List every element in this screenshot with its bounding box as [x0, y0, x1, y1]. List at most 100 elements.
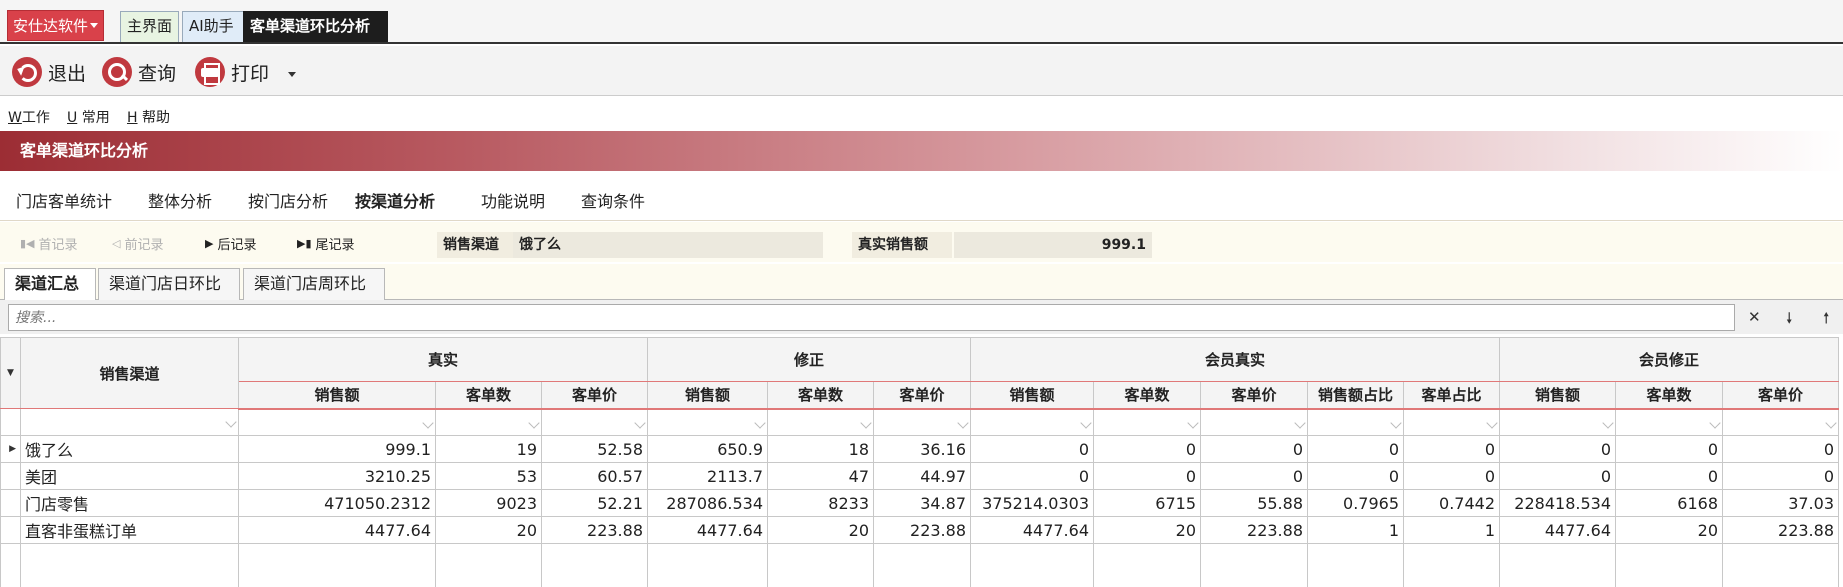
- arrow-up-icon[interactable]: 🠕: [1823, 308, 1829, 333]
- table-cell[interactable]: 223.88: [541, 516, 648, 544]
- table-cell[interactable]: 6715: [1093, 489, 1201, 517]
- header-price[interactable]: 客单价: [1722, 381, 1839, 410]
- table-cell[interactable]: 0.7965: [1307, 489, 1404, 517]
- search-input[interactable]: [8, 304, 1735, 331]
- table-cell[interactable]: 4477.64: [238, 516, 436, 544]
- filter-cell[interactable]: [767, 408, 874, 436]
- filter-cell[interactable]: [238, 408, 436, 436]
- table-cell[interactable]: 6168: [1615, 489, 1723, 517]
- table-cell[interactable]: 0.7442: [1403, 489, 1500, 517]
- row-indicator[interactable]: [0, 462, 21, 490]
- table-cell[interactable]: 4477.64: [1499, 516, 1616, 544]
- table-cell[interactable]: 1: [1307, 516, 1404, 544]
- row-indicator-header[interactable]: ▼: [0, 337, 21, 409]
- last-record-button[interactable]: ▶▮ 尾记录: [297, 234, 355, 253]
- query-button[interactable]: 查询: [102, 56, 176, 88]
- cell-channel-name[interactable]: 饿了么: [20, 435, 239, 463]
- subnav-overall-analysis[interactable]: 整体分析: [148, 188, 212, 222]
- table-cell[interactable]: 20: [435, 516, 542, 544]
- table-row[interactable]: 美团 3210.25 53 60.57 2113.7 47 44.97 0 0 0 0 0 0 0 0: [0, 462, 1839, 490]
- filter-cell[interactable]: [1499, 408, 1616, 436]
- table-cell[interactable]: 0: [1615, 462, 1723, 490]
- table-cell[interactable]: 60.57: [541, 462, 648, 490]
- real-sales-field[interactable]: 999.1: [954, 232, 1152, 258]
- table-cell[interactable]: 0: [1722, 462, 1839, 490]
- table-cell[interactable]: 0: [970, 435, 1094, 463]
- table-cell[interactable]: 44.97: [873, 462, 971, 490]
- header-sales[interactable]: 销售额: [970, 381, 1094, 410]
- header-channel[interactable]: 销售渠道: [20, 337, 239, 409]
- clear-search-icon[interactable]: ✕: [1748, 308, 1761, 326]
- table-cell[interactable]: 0: [1403, 435, 1500, 463]
- header-sales[interactable]: 销售额: [238, 381, 436, 410]
- filter-cell[interactable]: [1722, 408, 1839, 436]
- menu-work[interactable]: W工作: [8, 107, 50, 127]
- header-sales[interactable]: 销售额: [647, 381, 768, 410]
- table-cell[interactable]: 0: [1093, 462, 1201, 490]
- subnav-by-channel[interactable]: 按渠道分析: [355, 188, 457, 225]
- tab-channel-store-weekly[interactable]: 渠道门店周环比: [243, 268, 385, 300]
- table-cell[interactable]: 20: [1615, 516, 1723, 544]
- table-cell[interactable]: 0: [970, 462, 1094, 490]
- table-cell[interactable]: 4477.64: [970, 516, 1094, 544]
- table-cell[interactable]: 20: [1093, 516, 1201, 544]
- row-indicator[interactable]: [0, 516, 21, 544]
- table-cell[interactable]: 0: [1093, 435, 1201, 463]
- table-cell[interactable]: 223.88: [873, 516, 971, 544]
- menu-help[interactable]: H 帮助: [127, 107, 170, 127]
- filter-cell[interactable]: [1403, 408, 1500, 436]
- table-cell[interactable]: 20: [767, 516, 874, 544]
- table-cell[interactable]: 0: [1307, 462, 1404, 490]
- table-cell[interactable]: 9023: [435, 489, 542, 517]
- table-cell[interactable]: 0: [1499, 435, 1616, 463]
- row-indicator[interactable]: [0, 489, 21, 517]
- filter-cell[interactable]: [1615, 408, 1723, 436]
- cell-channel-name[interactable]: 美团: [20, 462, 239, 490]
- table-cell[interactable]: 999.1: [238, 435, 436, 463]
- next-record-button[interactable]: ▶ 后记录: [205, 234, 256, 253]
- table-cell[interactable]: 228418.534: [1499, 489, 1616, 517]
- table-cell[interactable]: 1: [1403, 516, 1500, 544]
- table-cell[interactable]: 375214.0303: [970, 489, 1094, 517]
- table-cell[interactable]: 0: [1722, 435, 1839, 463]
- table-cell[interactable]: 287086.534: [647, 489, 768, 517]
- table-cell[interactable]: 36.16: [873, 435, 971, 463]
- tab-main[interactable]: 主界面: [120, 11, 179, 42]
- filter-cell[interactable]: [435, 408, 542, 436]
- tab-channel-summary[interactable]: 渠道汇总: [4, 268, 96, 301]
- filter-cell[interactable]: [541, 408, 648, 436]
- header-count[interactable]: 客单数: [1615, 381, 1723, 410]
- filter-cell[interactable]: [970, 408, 1094, 436]
- table-cell[interactable]: 34.87: [873, 489, 971, 517]
- tab-channel-store-daily[interactable]: 渠道门店日环比: [98, 268, 240, 300]
- header-price[interactable]: 客单价: [873, 381, 971, 410]
- header-sales-ratio[interactable]: 销售额占比: [1307, 381, 1404, 410]
- prev-record-button[interactable]: ◁ 前记录: [112, 234, 163, 253]
- table-cell[interactable]: 0: [1615, 435, 1723, 463]
- header-price[interactable]: 客单价: [541, 381, 648, 410]
- table-cell[interactable]: 0: [1403, 462, 1500, 490]
- header-price[interactable]: 客单价: [1200, 381, 1308, 410]
- subnav-by-store[interactable]: 按门店分析: [248, 188, 328, 222]
- table-cell[interactable]: 471050.2312: [238, 489, 436, 517]
- table-row[interactable]: 直客非蛋糕订单 4477.64 20 223.88 4477.64 20 223.88 447…: [0, 516, 1839, 544]
- row-indicator[interactable]: ▶: [0, 435, 21, 463]
- table-cell[interactable]: 52.58: [541, 435, 648, 463]
- table-cell[interactable]: 37.03: [1722, 489, 1839, 517]
- tab-channel-analysis[interactable]: 客单渠道环比分析: [243, 11, 388, 42]
- table-cell[interactable]: 8233: [767, 489, 874, 517]
- tab-ai-assistant[interactable]: AI助手: [182, 11, 244, 42]
- filter-cell[interactable]: [1307, 408, 1404, 436]
- table-cell[interactable]: 0: [1200, 435, 1308, 463]
- cell-channel-name[interactable]: 直客非蛋糕订单: [20, 516, 239, 544]
- brand-menu-button[interactable]: 安仕达软件: [7, 10, 104, 41]
- filter-cell[interactable]: [1200, 408, 1308, 436]
- subnav-store-stats[interactable]: 门店客单统计: [16, 188, 112, 222]
- table-row[interactable]: 门店零售 471050.2312 9023 52.21 287086.534 8233 34…: [0, 489, 1839, 517]
- table-cell[interactable]: 19: [435, 435, 542, 463]
- arrow-down-icon[interactable]: 🠗: [1786, 308, 1792, 333]
- table-cell[interactable]: 3210.25: [238, 462, 436, 490]
- cell-channel-name[interactable]: 门店零售: [20, 489, 239, 517]
- channel-field[interactable]: 饿了么: [513, 232, 823, 258]
- table-cell[interactable]: 0: [1499, 462, 1616, 490]
